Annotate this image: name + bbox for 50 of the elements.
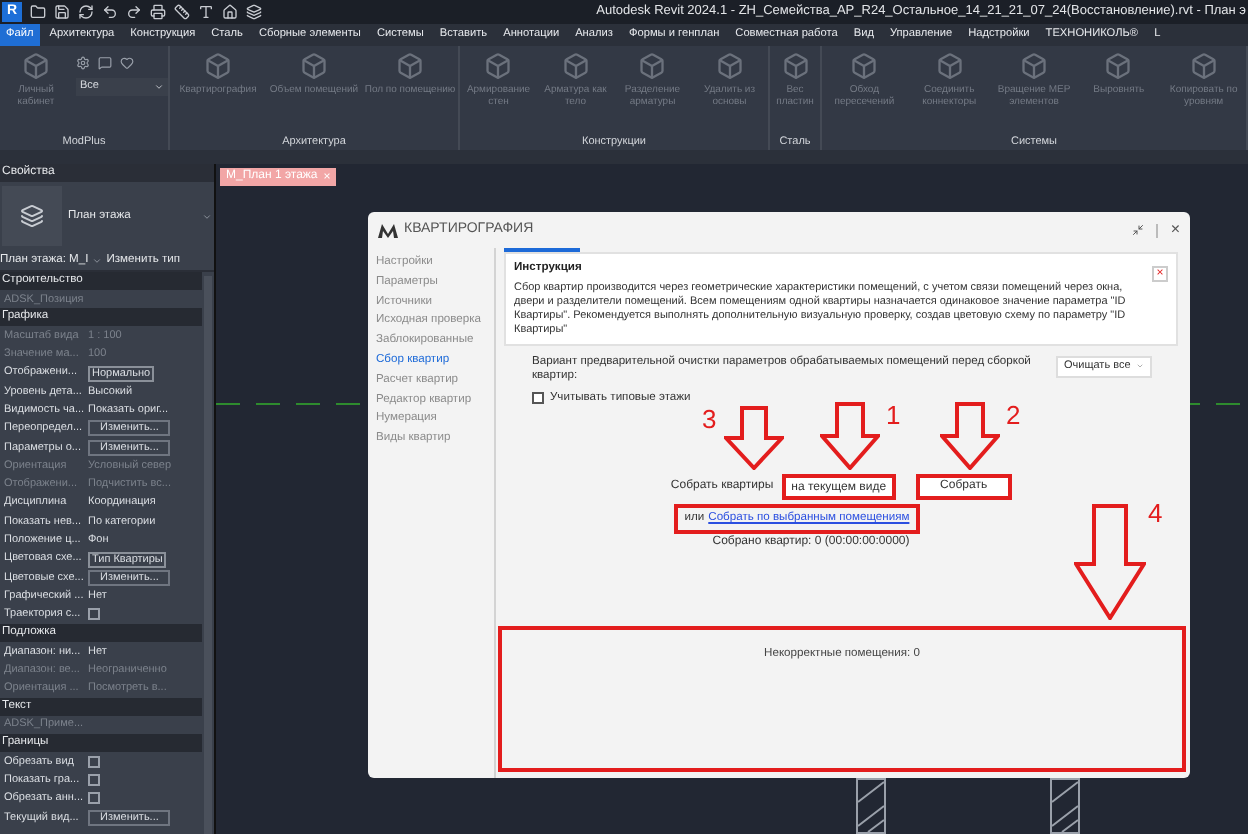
arrow-icon	[820, 402, 880, 470]
arrow-icon	[1074, 504, 1146, 620]
box-icon	[935, 52, 964, 80]
settings-icon[interactable]	[76, 56, 90, 70]
box-icon	[715, 52, 744, 80]
home-icon[interactable]	[222, 4, 238, 20]
arrow-icon	[940, 402, 1000, 470]
box-icon	[561, 52, 590, 80]
typical-floors-checkbox[interactable]	[532, 392, 544, 405]
box-icon	[300, 52, 328, 80]
print-icon[interactable]	[150, 4, 166, 20]
annotation-number: 4	[1148, 500, 1163, 526]
active-tab-indicator	[504, 248, 580, 252]
box-icon	[484, 52, 513, 80]
annotation-number: 2	[1006, 402, 1021, 428]
box-icon	[1020, 52, 1049, 80]
annotation-number: 1	[886, 402, 901, 428]
sync-icon[interactable]	[78, 4, 94, 20]
property-checkbox[interactable]	[88, 755, 100, 768]
box-icon	[781, 52, 809, 80]
hatched-column	[856, 778, 886, 834]
save-icon[interactable]	[54, 4, 70, 20]
undo-icon[interactable]	[102, 4, 118, 20]
box-icon	[22, 52, 50, 80]
property-checkbox[interactable]	[88, 608, 100, 621]
box-icon	[1104, 52, 1133, 80]
caret-icon[interactable]	[202, 211, 212, 221]
chat-icon[interactable]	[98, 56, 112, 70]
folder-icon[interactable]	[30, 4, 46, 20]
logo-icon	[378, 223, 398, 237]
close-button[interactable]: ×	[1170, 222, 1180, 238]
sheets-icon	[20, 204, 44, 228]
caret-icon[interactable]	[92, 255, 103, 265]
box-icon	[204, 52, 232, 80]
box-icon	[638, 52, 667, 80]
redo-icon[interactable]	[126, 4, 142, 20]
box-icon	[1189, 52, 1218, 80]
scroll-bar[interactable]	[204, 276, 212, 834]
heart-icon[interactable]	[120, 56, 134, 70]
property-checkbox[interactable]	[88, 774, 100, 787]
hatched-column	[1050, 778, 1080, 834]
box-icon	[850, 52, 879, 80]
annotation-number: 3	[702, 406, 717, 432]
property-checkbox[interactable]	[88, 792, 100, 805]
collapse-icon[interactable]	[1132, 224, 1145, 236]
box-icon	[396, 52, 424, 80]
text-icon[interactable]	[198, 4, 214, 20]
layers-icon[interactable]	[246, 4, 262, 20]
ruler-icon[interactable]	[174, 4, 190, 20]
arrow-icon	[724, 406, 784, 470]
